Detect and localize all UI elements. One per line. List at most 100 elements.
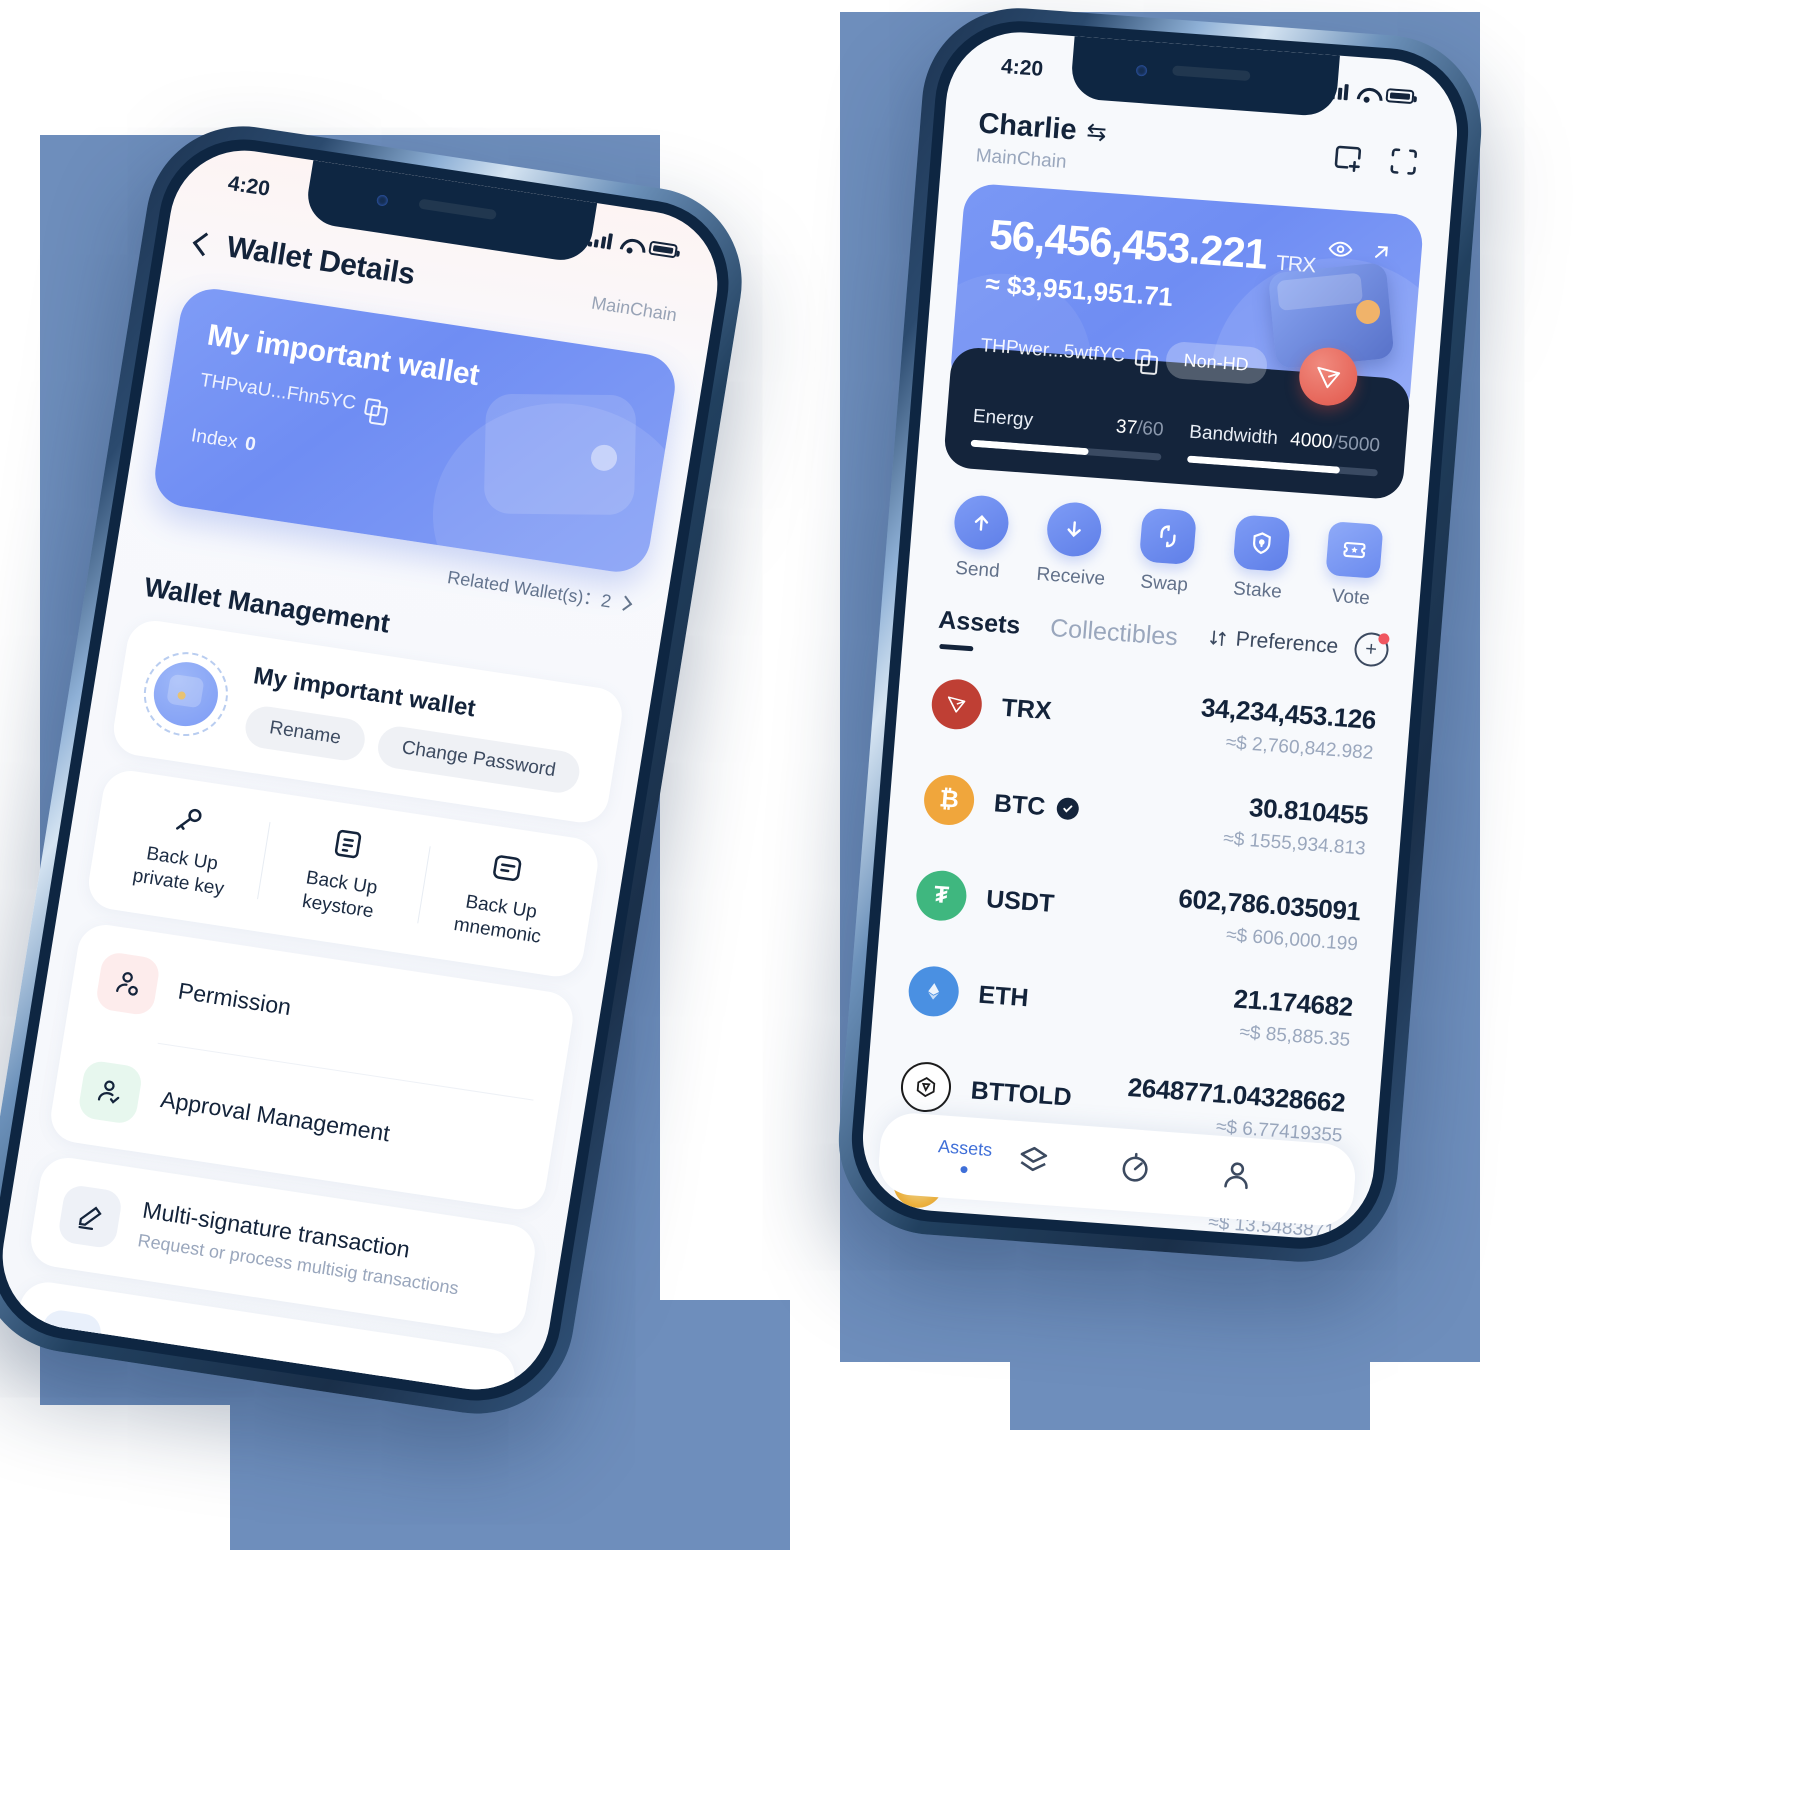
shield-lock-icon bbox=[1232, 514, 1291, 573]
trx-icon bbox=[929, 677, 984, 732]
asset-usd: ≈$ 85,885.35 bbox=[1238, 1021, 1351, 1051]
btt-icon bbox=[899, 1060, 953, 1114]
switch-arrows-icon[interactable]: ⇆ bbox=[1085, 117, 1107, 147]
backup-private-key-button[interactable]: Back Up private key bbox=[97, 790, 271, 906]
asset-symbol: TRX bbox=[1001, 693, 1053, 726]
resource-value: 4000/5000 bbox=[1289, 429, 1380, 458]
asset-symbol: USDT bbox=[985, 885, 1055, 919]
permission-text: Permission bbox=[176, 977, 293, 1021]
backup-private-key-label: Back Up private key bbox=[131, 843, 226, 900]
balance-amount: 56,456,453.221 bbox=[987, 210, 1269, 278]
verified-badge-icon bbox=[1056, 796, 1081, 821]
backup-keystore-label: Back Up keystore bbox=[300, 867, 379, 923]
pencil-icon bbox=[56, 1183, 124, 1250]
add-wallet-icon[interactable] bbox=[1330, 139, 1367, 175]
copy-icon[interactable] bbox=[1134, 348, 1151, 367]
wallet-address: THPvaU...Fhn5YC bbox=[198, 369, 358, 415]
status-time: 4:20 bbox=[1000, 54, 1044, 81]
btc-icon: ₿ bbox=[922, 773, 977, 827]
avatar bbox=[137, 646, 235, 742]
wallet-address-row[interactable]: THPwer...5wtfYC bbox=[980, 335, 1151, 369]
status-time: 4:20 bbox=[226, 171, 272, 201]
asset-symbol-text: BTTOLD bbox=[969, 1075, 1073, 1112]
resource-energy[interactable]: Energy 37/60 bbox=[970, 406, 1164, 461]
chevron-right-icon bbox=[616, 595, 633, 611]
front-camera bbox=[1135, 64, 1148, 77]
bottom-nav-label: Assets bbox=[937, 1135, 994, 1160]
action-label: Receive bbox=[1035, 563, 1106, 590]
asset-symbol: ETH bbox=[977, 980, 1029, 1013]
action-swap[interactable]: Swap bbox=[1117, 506, 1217, 599]
phone-right: 4:20 Charlie ⇆ MainChain 56,456,453.221 … bbox=[831, 1, 1489, 1269]
asset-symbol: BTTOLD bbox=[970, 1076, 1073, 1112]
asset-usd: ≈$ 2,760,842.982 bbox=[1224, 732, 1375, 764]
balance-icons bbox=[1327, 235, 1395, 266]
energy-used: 37 bbox=[1115, 416, 1138, 439]
asset-symbol-text: ETH bbox=[977, 980, 1030, 1012]
chain-label: MainChain bbox=[590, 292, 679, 325]
backup-keystore-button[interactable]: Back Up keystore bbox=[256, 814, 430, 930]
action-receive[interactable]: Receive bbox=[1023, 499, 1123, 592]
energy-progress bbox=[970, 439, 1162, 461]
screenshot-stage: 4:20 Wallet Details MainChain My importa… bbox=[0, 0, 1800, 1800]
scan-qr-icon[interactable] bbox=[1385, 143, 1422, 179]
bandwidth-progress-fill bbox=[1186, 455, 1340, 474]
menu-label: Approval Management bbox=[158, 1086, 392, 1147]
speaker bbox=[1172, 65, 1251, 82]
account-name: Charlie bbox=[977, 107, 1078, 147]
compass-icon bbox=[1116, 1148, 1221, 1191]
chevron-left-icon[interactable] bbox=[192, 232, 217, 256]
energy-progress-fill bbox=[970, 439, 1090, 456]
asset-values: 30.810455 ≈$ 1555,934.813 bbox=[1222, 790, 1370, 860]
permission-user-icon bbox=[94, 950, 162, 1017]
asset-symbol-text: TRX bbox=[1000, 693, 1053, 725]
asset-values: 21.174682 ≈$ 85,885.35 bbox=[1230, 983, 1354, 1052]
backup-mnemonic-button[interactable]: Back Up mnemonic bbox=[416, 838, 590, 954]
copy-icon[interactable] bbox=[364, 397, 382, 417]
bottom-nav-assets[interactable]: Assets bbox=[912, 1134, 1017, 1176]
status-badge: Non-HD bbox=[1164, 340, 1269, 386]
nav-left: Wallet Details bbox=[192, 226, 417, 293]
action-label: Vote bbox=[1330, 585, 1371, 610]
swap-icon bbox=[1138, 507, 1198, 566]
resource-bandwidth[interactable]: Bandwidth 4000/5000 bbox=[1186, 422, 1381, 477]
wallet-home-screen: 4:20 Charlie ⇆ MainChain 56,456,453.221 … bbox=[857, 27, 1463, 1243]
approval-text: Approval Management bbox=[159, 1086, 392, 1147]
wifi-icon bbox=[1357, 86, 1378, 102]
asset-symbol-text: USDT bbox=[985, 884, 1056, 918]
usdt-icon: ₮ bbox=[914, 868, 969, 923]
index-value: 0 bbox=[243, 433, 258, 456]
bottom-nav-layers[interactable] bbox=[1014, 1141, 1119, 1184]
action-stake[interactable]: Stake bbox=[1210, 513, 1310, 606]
action-label: Stake bbox=[1232, 578, 1283, 603]
arrow-up-icon bbox=[952, 493, 1011, 552]
asset-usd: ≈$ 606,000.199 bbox=[1225, 924, 1359, 956]
resource-value: 37/60 bbox=[1115, 416, 1164, 441]
energy-line: Energy 37/60 bbox=[972, 406, 1164, 442]
preference-button[interactable]: Preference bbox=[1207, 626, 1339, 659]
eye-icon[interactable] bbox=[1327, 235, 1355, 263]
asset-usd: ≈$ 1555,934.813 bbox=[1222, 828, 1367, 860]
external-link-icon[interactable] bbox=[1368, 239, 1394, 265]
battery-icon bbox=[1385, 88, 1415, 105]
action-send[interactable]: Send bbox=[930, 492, 1030, 585]
rename-button[interactable]: Rename bbox=[242, 703, 368, 764]
profile-icon bbox=[1218, 1156, 1323, 1199]
tab-assets[interactable]: Assets bbox=[937, 606, 1021, 641]
add-token-icon[interactable]: + bbox=[1352, 631, 1390, 668]
sort-arrows-icon bbox=[1207, 628, 1229, 649]
energy-max-value: 60 bbox=[1141, 418, 1165, 441]
eth-icon bbox=[906, 964, 961, 1019]
action-label: Swap bbox=[1139, 571, 1189, 596]
status-indicators bbox=[1324, 83, 1415, 106]
energy-max: /60 bbox=[1136, 417, 1165, 441]
account-name-row[interactable]: Charlie ⇆ bbox=[977, 107, 1108, 149]
account-info: Charlie ⇆ MainChain bbox=[975, 107, 1108, 176]
asset-amount: 602,786.035091 bbox=[1177, 883, 1362, 927]
bottom-nav-profile[interactable] bbox=[1218, 1156, 1323, 1199]
phone-right-bezel: 4:20 Charlie ⇆ MainChain 56,456,453.221 … bbox=[845, 15, 1475, 1255]
action-vote[interactable]: Vote bbox=[1303, 520, 1403, 613]
bottom-nav-discover[interactable] bbox=[1116, 1148, 1221, 1191]
battery-icon bbox=[648, 240, 679, 259]
asset-symbol-text: BTC bbox=[992, 788, 1047, 821]
